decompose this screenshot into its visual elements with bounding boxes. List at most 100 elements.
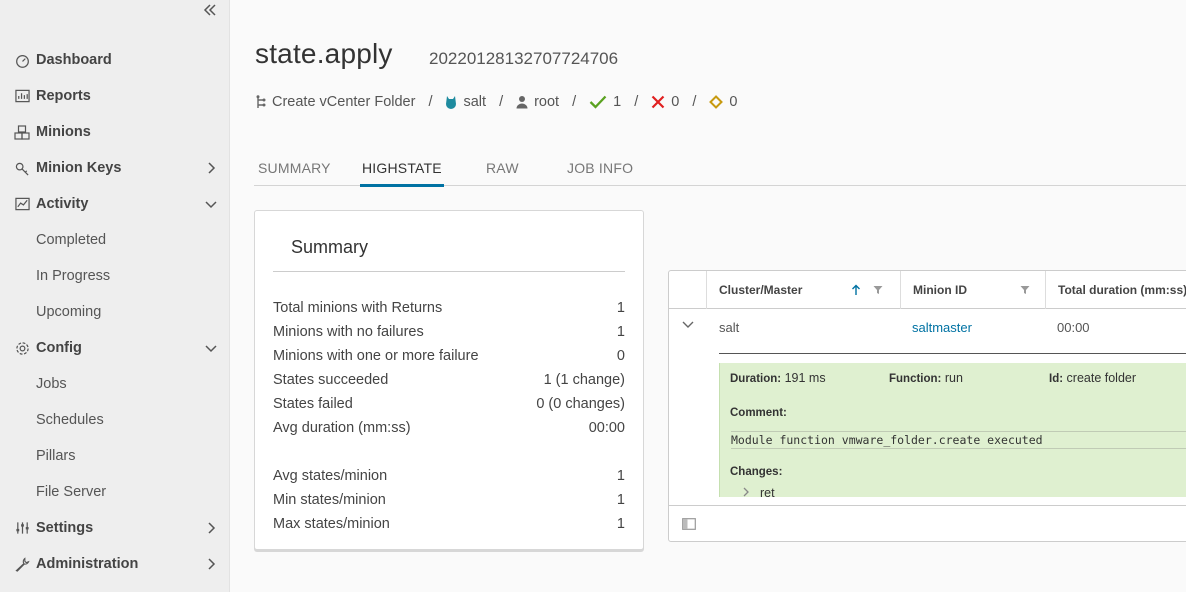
sort-ascending-icon[interactable] [851, 284, 861, 296]
key-icon [14, 160, 30, 176]
user-icon [516, 96, 528, 109]
activity-icon [14, 196, 30, 212]
sidebar-item-config[interactable]: Config [0, 330, 230, 366]
tab-summary[interactable]: SUMMARY [258, 160, 331, 186]
chevron-right-icon [743, 487, 749, 497]
changed-count-text: 0 [729, 94, 738, 110]
cell-duration: 00:00 [1057, 320, 1090, 335]
state-detail-panel: Duration: 191 ms Function: run Id: creat… [719, 363, 1186, 497]
summary-value: 1 [616, 324, 625, 340]
sidebar-item-label: Reports [36, 88, 91, 104]
detail-changes-label: Changes: [730, 466, 783, 478]
job-name: Create vCenter Folder [254, 94, 415, 110]
job-tree-icon [256, 95, 266, 108]
results-grid: Cluster/Master Minion ID Total duration … [668, 270, 1186, 542]
summary-label: States succeeded [273, 372, 389, 388]
sidebar-item-completed[interactable]: Completed [0, 222, 230, 258]
separator: / [692, 94, 697, 110]
table-row[interactable]: salt saltmaster 00:00 [669, 309, 1186, 345]
column-header-total-duration[interactable]: Total duration (mm:ss) [1045, 271, 1186, 309]
column-label: Minion ID [913, 283, 967, 297]
tab-job-info[interactable]: JOB INFO [567, 160, 633, 186]
sidebar-item-label: Minions [36, 124, 91, 140]
summary-label: Avg duration (mm:ss) [273, 420, 411, 436]
diamond-icon [709, 95, 724, 109]
summary-label: Min states/minion [273, 492, 386, 508]
sidebar-item-dashboard[interactable]: Dashboard [0, 42, 230, 78]
salt-icon [446, 96, 457, 109]
dashboard-icon [14, 52, 30, 68]
summary-value: 1 (1 change) [543, 372, 625, 388]
sidebar-item-in-progress[interactable]: In Progress [0, 258, 230, 294]
column-label: Cluster/Master [719, 283, 803, 297]
divider [273, 271, 625, 272]
collapse-sidebar-icon[interactable] [203, 3, 221, 19]
chevron-right-icon [203, 556, 219, 572]
chevron-right-icon [203, 160, 219, 176]
changes-tree-item[interactable]: ret [742, 486, 775, 497]
sidebar-item-label: Upcoming [36, 304, 102, 320]
sidebar-item-label: In Progress [36, 268, 111, 284]
summary-title: Summary [291, 237, 369, 257]
sidebar-item-reports[interactable]: Reports [0, 78, 230, 114]
tab-raw[interactable]: RAW [486, 160, 519, 186]
sidebar-item-jobs[interactable]: Jobs [0, 366, 230, 402]
summary-row: Avg states/minion 1 [273, 464, 625, 488]
summary-row: Avg duration (mm:ss) 00:00 [273, 416, 625, 440]
close-icon [651, 95, 665, 109]
tab-highstate[interactable]: HIGHSTATE [360, 160, 444, 187]
summary-label: Minions with no failures [273, 324, 424, 340]
sidebar-item-pillars[interactable]: Pillars [0, 438, 230, 474]
grid-footer [669, 505, 1186, 541]
wrench-icon [14, 556, 30, 572]
sidebar-item-settings[interactable]: Settings [0, 510, 230, 546]
filter-icon[interactable] [873, 285, 883, 295]
succeeded-count: 1 [589, 94, 621, 110]
chevron-down-icon[interactable] [682, 321, 694, 329]
job-meta-bar: Create vCenter Folder / salt / root / 1 … [254, 92, 737, 112]
sidebar-item-label: Minion Keys [36, 160, 122, 176]
sidebar-item-schedules[interactable]: Schedules [0, 402, 230, 438]
tab-bar: SUMMARY HIGHSTATE RAW JOB INFO [254, 156, 1186, 187]
summary-label: Max states/minion [273, 516, 390, 532]
sidebar-item-file-server[interactable]: File Server [0, 474, 230, 510]
sidebar-item-minion-keys[interactable]: Minion Keys [0, 150, 230, 186]
sidebar-item-minions[interactable]: Minions [0, 114, 230, 150]
summary-value: 1 [616, 516, 625, 532]
summary-row: Minions with no failures 1 [273, 320, 625, 344]
detail-comment-label: Comment: [730, 407, 787, 419]
sidebar-item-administration[interactable]: Administration [0, 546, 230, 582]
detail-label: Function: [889, 373, 942, 385]
summary-value: 1 [616, 492, 625, 508]
column-toggle-icon[interactable] [682, 518, 696, 530]
column-header-minion-id[interactable]: Minion ID [900, 271, 1045, 309]
summary-value: 1 [616, 300, 625, 316]
settings-icon [14, 520, 30, 536]
minions-icon [14, 124, 30, 140]
column-header-cluster-master[interactable]: Cluster/Master [706, 271, 900, 309]
summary-value: 0 (0 changes) [536, 396, 625, 412]
sidebar-item-label: File Server [36, 484, 107, 500]
sidebar-item-label: Pillars [36, 448, 76, 464]
sidebar-item-label: Schedules [36, 412, 104, 428]
summary-label: States failed [273, 396, 353, 412]
gear-icon [14, 340, 30, 356]
sidebar-item-label: Jobs [36, 376, 67, 392]
divider [719, 353, 1186, 354]
detail-duration: Duration: 191 ms [730, 371, 826, 385]
filter-icon[interactable] [1020, 285, 1030, 295]
sidebar-item-activity[interactable]: Activity [0, 186, 230, 222]
summary-label: Minions with one or more failure [273, 348, 479, 364]
comment-text: Module function vmware_folder.create exe… [731, 431, 1186, 449]
reports-icon [14, 88, 30, 104]
summary-label: Total minions with Returns [273, 300, 443, 316]
sidebar-item-label: Administration [36, 556, 139, 572]
minion-link[interactable]: saltmaster [912, 320, 972, 335]
sidebar-item-label: Activity [36, 196, 89, 212]
summary-row: Minions with one or more failure 0 [273, 344, 625, 368]
column-label: Total duration (mm:ss) [1058, 283, 1186, 297]
separator: / [499, 94, 504, 110]
sidebar-item-upcoming[interactable]: Upcoming [0, 294, 230, 330]
summary-row: States failed 0 (0 changes) [273, 392, 625, 416]
summary-value: 0 [616, 348, 625, 364]
